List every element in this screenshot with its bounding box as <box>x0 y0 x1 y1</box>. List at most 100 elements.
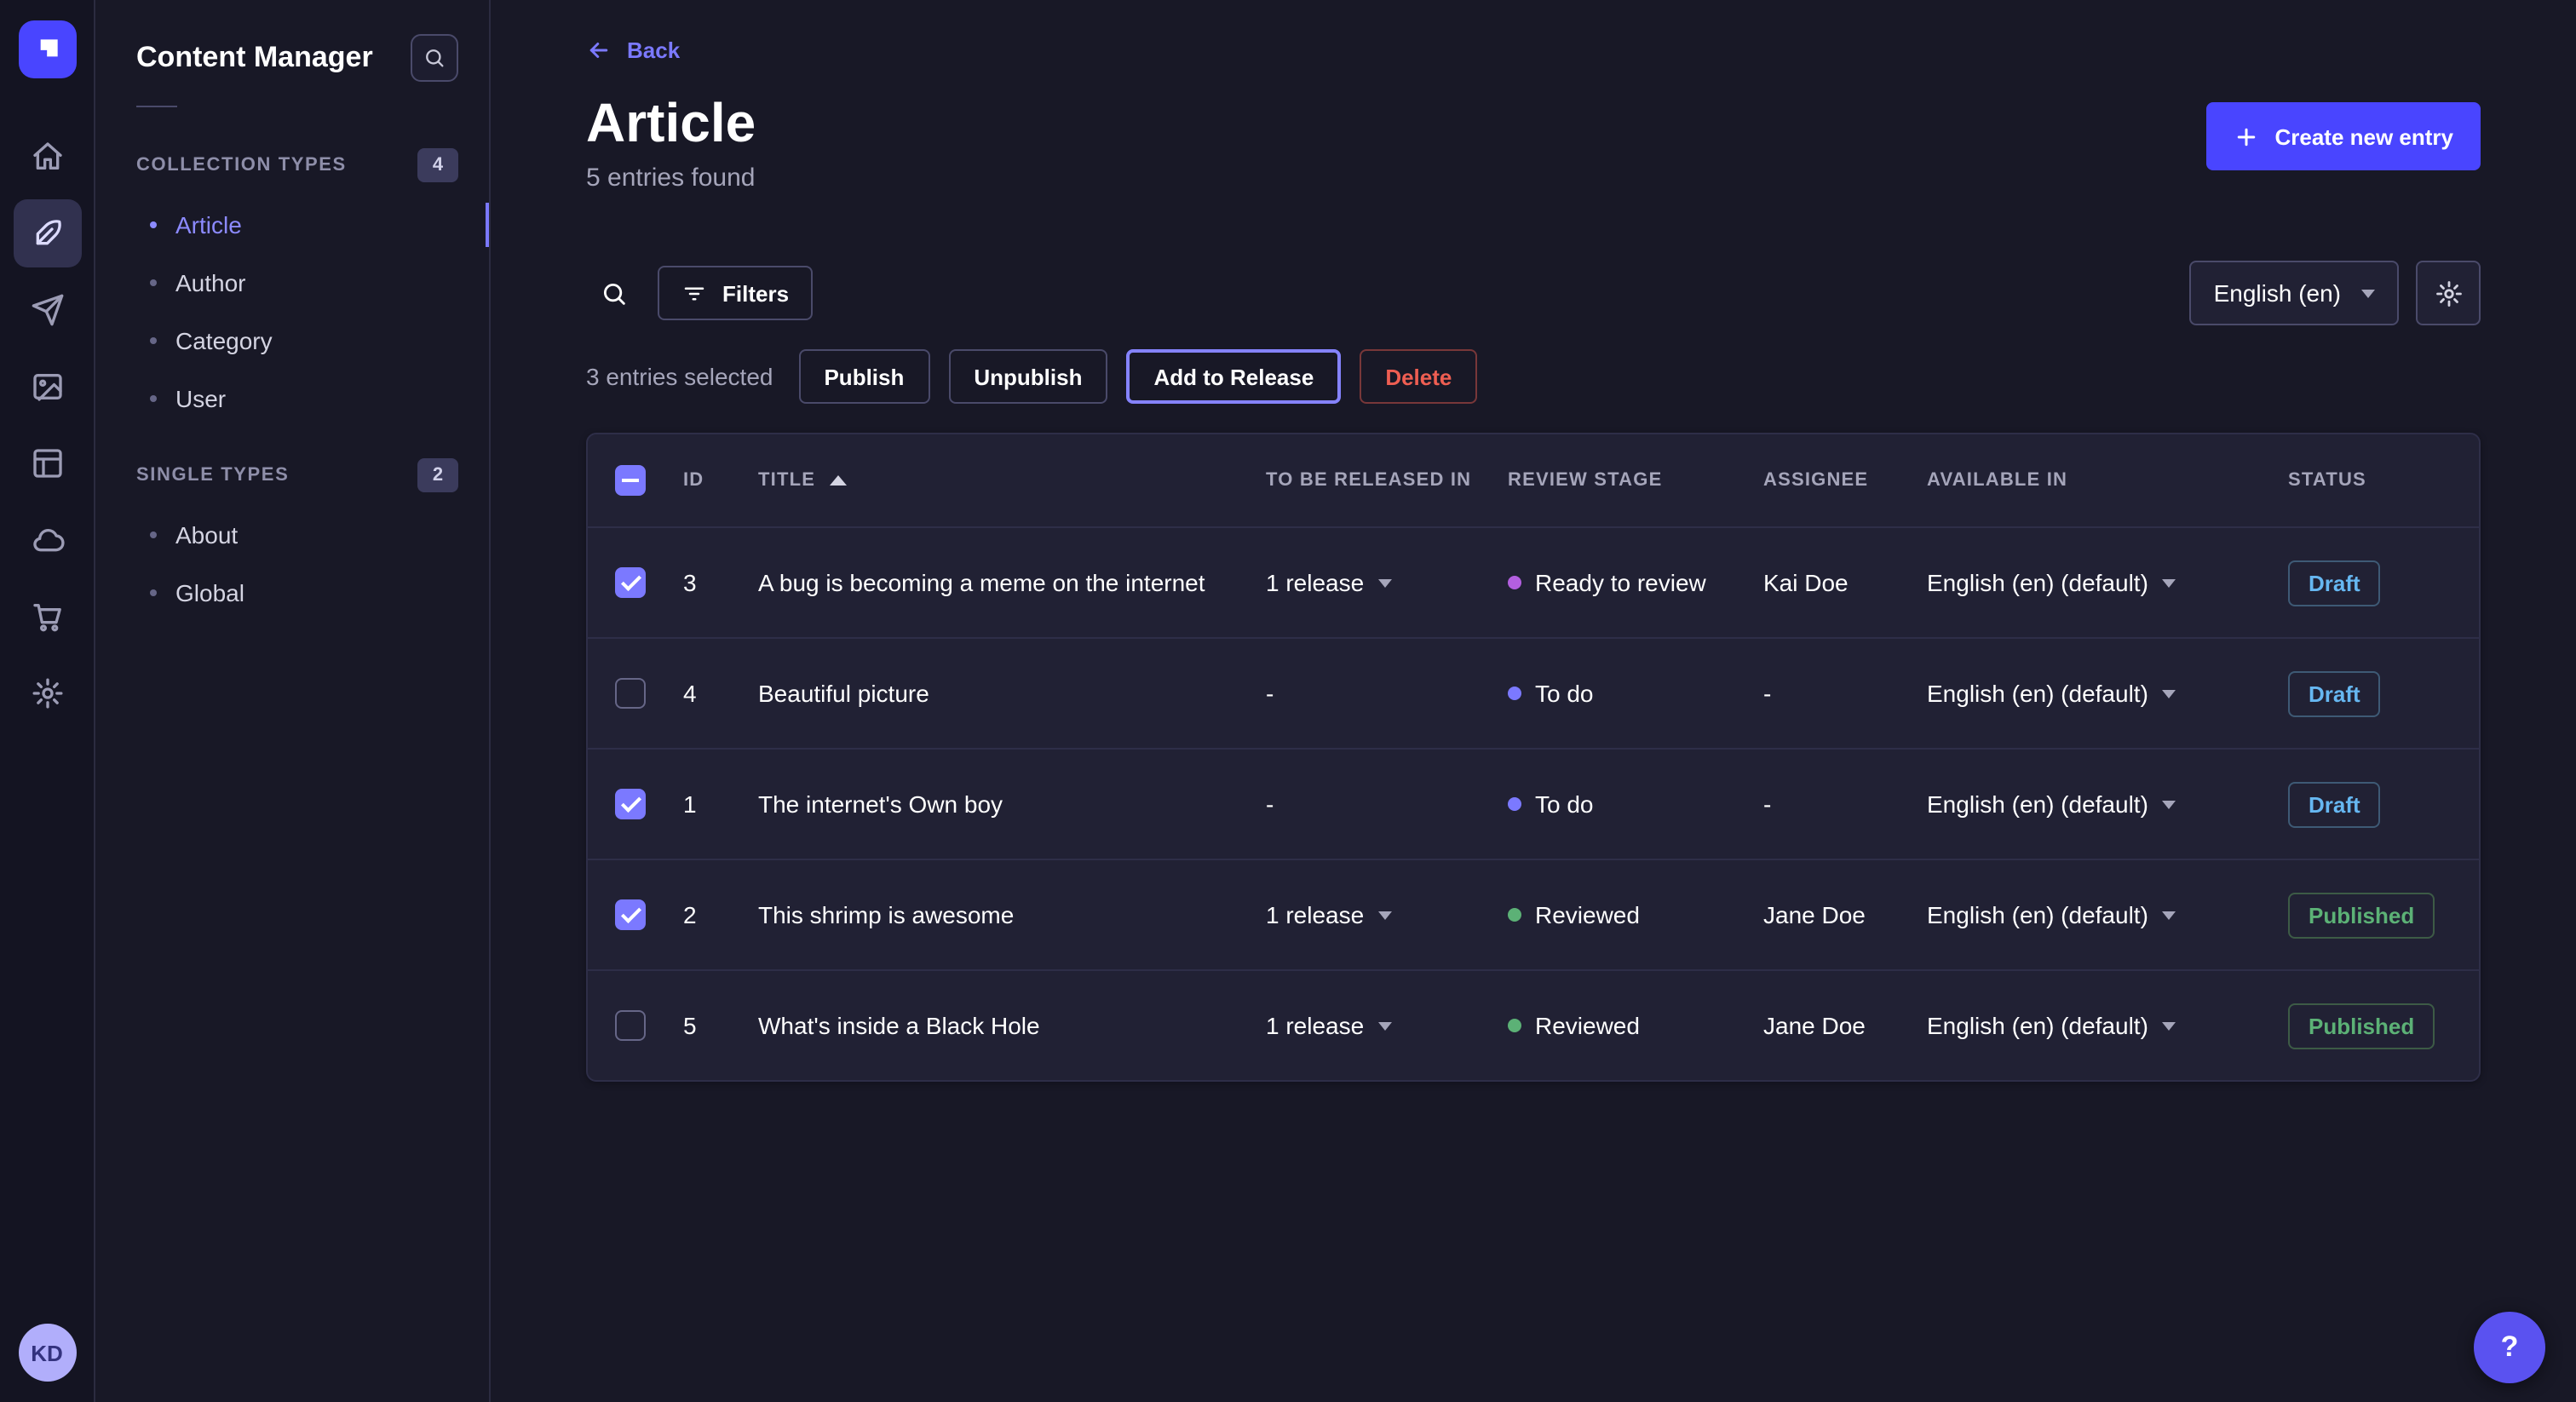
row-checkbox[interactable] <box>615 1010 646 1041</box>
sidebar-item-label: User <box>175 385 226 412</box>
delete-button[interactable]: Delete <box>1360 349 1477 404</box>
chevron-down-icon <box>2162 911 2176 919</box>
cell-release-dropdown[interactable]: 1 release <box>1266 901 1508 928</box>
content-manager-icon[interactable] <box>13 199 81 267</box>
sidebar-title: Content Manager <box>136 41 373 75</box>
media-library-icon[interactable] <box>13 353 81 421</box>
table-row[interactable]: 2 This shrimp is awesome 1 release Revie… <box>588 859 2479 969</box>
add-to-release-button[interactable]: Add to Release <box>1126 349 1341 404</box>
filter-icon <box>681 280 707 306</box>
cell-available-in-dropdown[interactable]: English (en) (default) <box>1927 901 2288 928</box>
back-label: Back <box>627 37 680 63</box>
cell-title: This shrimp is awesome <box>758 901 1266 928</box>
column-header-id[interactable]: ID <box>683 470 758 491</box>
create-new-entry-button[interactable]: Create new entry <box>2206 102 2481 170</box>
sidebar-item-label: Category <box>175 327 273 354</box>
page-title: Article <box>586 89 756 157</box>
section-collection-types: COLLECTION TYPES 4 Article Author Catego… <box>95 135 489 428</box>
selection-count-text: 3 entries selected <box>586 363 773 390</box>
stage-dot-icon <box>1508 1019 1521 1032</box>
content-type-builder-icon[interactable] <box>13 429 81 497</box>
table-row[interactable]: 1 The internet's Own boy - To do - Engli… <box>588 748 2479 859</box>
settings-gear-icon[interactable] <box>13 659 81 727</box>
filters-label: Filters <box>722 280 789 306</box>
table-header-row: ID TITLE TO BE RELEASED IN REVIEW STAGE … <box>588 434 2479 526</box>
marketplace-cart-icon[interactable] <box>13 583 81 651</box>
row-checkbox[interactable] <box>615 789 646 819</box>
column-header-release: TO BE RELEASED IN <box>1266 470 1508 491</box>
section-count-badge: 4 <box>417 148 458 182</box>
content-manager-sidebar: Content Manager COLLECTION TYPES 4 Artic… <box>95 0 491 1402</box>
home-icon[interactable] <box>13 123 81 191</box>
sidebar-item-article[interactable]: Article <box>95 196 489 254</box>
cell-available-in-dropdown[interactable]: English (en) (default) <box>1927 1012 2288 1039</box>
stage-dot-icon <box>1508 797 1521 811</box>
select-all-checkbox[interactable] <box>615 465 646 496</box>
unpublish-button[interactable]: Unpublish <box>948 349 1107 404</box>
row-checkbox[interactable] <box>615 678 646 709</box>
cell-title: A bug is becoming a meme on the internet <box>758 569 1266 596</box>
stage-dot-icon <box>1508 908 1521 922</box>
row-checkbox[interactable] <box>615 567 646 598</box>
back-link[interactable]: Back <box>586 37 680 63</box>
sidebar-item-about[interactable]: About <box>95 506 489 564</box>
sidebar-item-author[interactable]: Author <box>95 254 489 312</box>
cell-id: 5 <box>683 1012 758 1039</box>
cell-review-stage: Ready to review <box>1508 569 1763 596</box>
sidebar-search-icon[interactable] <box>411 34 458 82</box>
table-row[interactable]: 3 A bug is becoming a meme on the intern… <box>588 526 2479 637</box>
cell-id: 3 <box>683 569 758 596</box>
cloud-icon[interactable] <box>13 506 81 574</box>
cell-title: The internet's Own boy <box>758 790 1266 818</box>
strapi-logo[interactable] <box>18 20 76 78</box>
sidebar-item-user[interactable]: User <box>95 370 489 428</box>
sidebar-item-global[interactable]: Global <box>95 564 489 622</box>
filters-button[interactable]: Filters <box>658 266 813 320</box>
cell-available-in-dropdown[interactable]: English (en) (default) <box>1927 680 2288 707</box>
sidebar-item-category[interactable]: Category <box>95 312 489 370</box>
help-button[interactable]: ? <box>2474 1312 2545 1383</box>
send-icon[interactable] <box>13 276 81 344</box>
stage-dot-icon <box>1508 687 1521 700</box>
section-count-badge: 2 <box>417 458 458 492</box>
status-badge: Draft <box>2288 670 2381 716</box>
search-icon[interactable] <box>586 266 641 320</box>
bullet-icon <box>150 589 157 596</box>
sidebar-item-label: About <box>175 521 238 549</box>
status-badge: Published <box>2288 892 2435 938</box>
chevron-down-icon <box>1377 578 1391 587</box>
bullet-icon <box>150 337 157 344</box>
cell-release-dropdown[interactable]: 1 release <box>1266 1012 1508 1039</box>
cell-review-stage: Reviewed <box>1508 901 1763 928</box>
main-content: Back Article 5 entries found Create new … <box>491 0 2576 1402</box>
cell-review-stage: To do <box>1508 790 1763 818</box>
stage-dot-icon <box>1508 576 1521 589</box>
row-checkbox[interactable] <box>615 899 646 930</box>
cell-release: - <box>1266 790 1508 818</box>
view-settings-gear-icon[interactable] <box>2416 261 2481 325</box>
column-header-title[interactable]: TITLE <box>758 470 1266 491</box>
publish-button[interactable]: Publish <box>798 349 929 404</box>
locale-value: English (en) <box>2214 279 2341 307</box>
entries-count-text: 5 entries found <box>586 164 756 192</box>
user-avatar[interactable]: KD <box>18 1324 76 1382</box>
cell-assignee: Kai Doe <box>1763 569 1927 596</box>
cell-available-in-dropdown[interactable]: English (en) (default) <box>1927 569 2288 596</box>
cell-title: What's inside a Black Hole <box>758 1012 1266 1039</box>
locale-select[interactable]: English (en) <box>2190 261 2399 325</box>
table-row[interactable]: 4 Beautiful picture - To do - English (e… <box>588 637 2479 748</box>
cell-id: 4 <box>683 680 758 707</box>
sidebar-divider <box>136 106 177 107</box>
cell-release: - <box>1266 680 1508 707</box>
chevron-down-icon <box>2162 578 2176 587</box>
section-single-types: SINGLE TYPES 2 About Global <box>95 445 489 622</box>
table-row[interactable]: 5 What's inside a Black Hole 1 release R… <box>588 969 2479 1080</box>
cell-assignee: Jane Doe <box>1763 901 1927 928</box>
cell-release-dropdown[interactable]: 1 release <box>1266 569 1508 596</box>
cell-assignee: Jane Doe <box>1763 1012 1927 1039</box>
bullet-icon <box>150 279 157 286</box>
chevron-down-icon <box>2162 800 2176 808</box>
column-header-assignee: ASSIGNEE <box>1763 470 1927 491</box>
cell-available-in-dropdown[interactable]: English (en) (default) <box>1927 790 2288 818</box>
status-badge: Draft <box>2288 781 2381 827</box>
